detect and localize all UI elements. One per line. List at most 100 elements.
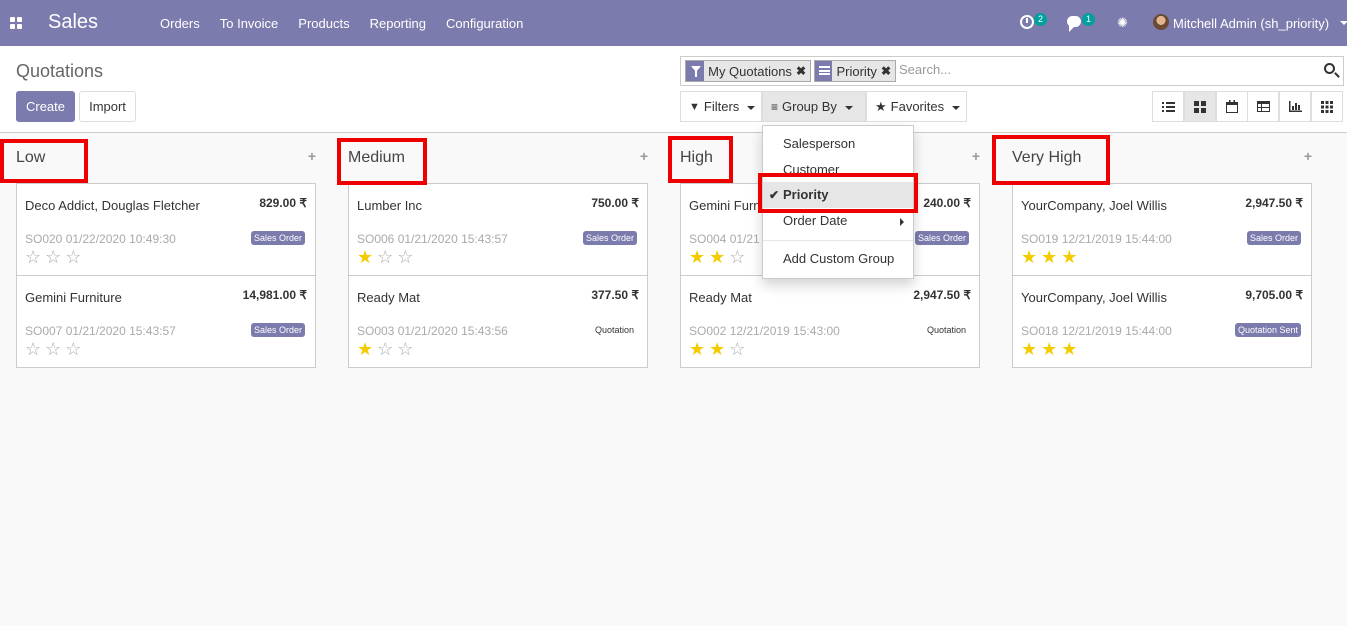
star-icon[interactable]: ☆ — [25, 248, 41, 266]
search-input[interactable]: Search... — [899, 62, 951, 77]
menu-orders[interactable]: Orders — [150, 0, 210, 46]
star-icon[interactable]: ☆ — [45, 340, 61, 358]
apps-menu-icon[interactable] — [10, 17, 22, 29]
card-amount: 9,705.00 ₹ — [1245, 288, 1303, 302]
star-icon[interactable]: ☆ — [729, 248, 745, 266]
status-badge: Sales Order — [250, 231, 305, 245]
card-amount: 829.00 ₹ — [259, 196, 307, 210]
annotation-highlight-medium — [337, 138, 427, 185]
kanban-card[interactable]: Lumber Inc 750.00 ₹ SO006 01/21/2020 15:… — [348, 183, 648, 276]
star-icon[interactable]: ★ — [1061, 340, 1077, 358]
favorites-button[interactable]: ★ Favorites — [866, 91, 967, 122]
card-customer: Ready Mat — [357, 290, 420, 305]
kanban-card[interactable]: Ready Mat 377.50 ₹ SO003 01/21/2020 15:4… — [348, 275, 648, 368]
star-icon[interactable]: ☆ — [377, 248, 393, 266]
groupby-option-salesperson[interactable]: Salesperson — [783, 136, 855, 151]
add-card-icon[interactable]: + — [640, 148, 648, 164]
priority-stars[interactable]: ★ ★ ☆ — [689, 340, 745, 358]
grid-view-icon[interactable] — [1311, 91, 1343, 122]
priority-stars[interactable]: ★ ★ ★ — [1021, 248, 1077, 266]
star-icon[interactable]: ☆ — [397, 340, 413, 358]
kanban-card[interactable]: Deco Addict, Douglas Fletcher 829.00 ₹ S… — [16, 183, 316, 276]
kanban-card[interactable]: YourCompany, Joel Willis 2,947.50 ₹ SO01… — [1012, 183, 1312, 276]
card-customer: YourCompany, Joel Willis — [1021, 198, 1167, 213]
card-reference: SO019 12/21/2019 15:44:00 — [1021, 232, 1172, 246]
divider — [763, 240, 913, 241]
filters-button[interactable]: ▼ Filters — [680, 91, 762, 122]
create-button[interactable]: Create — [16, 91, 75, 122]
card-reference: SO002 12/21/2019 15:43:00 — [689, 324, 840, 338]
priority-stars[interactable]: ☆ ☆ ☆ — [25, 248, 81, 266]
add-card-icon[interactable]: + — [972, 148, 980, 164]
search-facet-my-quotations: My Quotations ✖ — [685, 60, 811, 82]
user-menu-caret-icon[interactable] — [1340, 21, 1347, 25]
priority-stars[interactable]: ☆ ☆ ☆ — [25, 340, 81, 358]
menu-reporting[interactable]: Reporting — [360, 0, 436, 46]
messaging-icon[interactable] — [1067, 16, 1081, 32]
star-icon[interactable]: ★ — [1041, 248, 1057, 266]
card-customer: YourCompany, Joel Willis — [1021, 290, 1167, 305]
star-icon[interactable]: ☆ — [25, 340, 41, 358]
kanban-card[interactable]: Ready Mat 2,947.50 ₹ SO002 12/21/2019 15… — [680, 275, 980, 368]
graph-view-icon[interactable] — [1279, 91, 1311, 122]
star-icon[interactable]: ★ — [1021, 248, 1037, 266]
card-reference: SO018 12/21/2019 15:44:00 — [1021, 324, 1172, 338]
activity-icon[interactable] — [1020, 15, 1034, 29]
star-icon[interactable]: ☆ — [45, 248, 61, 266]
star-icon[interactable]: ★ — [709, 248, 725, 266]
facet-label: My Quotations — [708, 63, 792, 79]
star-icon[interactable]: ★ — [357, 248, 373, 266]
group-by-button[interactable]: ≡ Group By — [762, 91, 866, 122]
groupby-option-order-date[interactable]: Order Date — [783, 213, 847, 228]
star-icon[interactable]: ☆ — [65, 340, 81, 358]
remove-facet-icon[interactable]: ✖ — [881, 64, 895, 78]
status-badge: Sales Order — [1246, 231, 1301, 245]
add-card-icon[interactable]: + — [308, 148, 316, 164]
priority-stars[interactable]: ★ ★ ★ — [1021, 340, 1077, 358]
star-icon[interactable]: ☆ — [397, 248, 413, 266]
kanban-view-icon[interactable] — [1184, 91, 1216, 122]
priority-stars[interactable]: ★ ★ ☆ — [689, 248, 745, 266]
search-bar[interactable]: My Quotations ✖ Priority ✖ Search... — [680, 56, 1344, 86]
menu-products[interactable]: Products — [288, 0, 359, 46]
group-by-icon: ≡ — [771, 99, 779, 114]
calendar-view-icon[interactable] — [1216, 91, 1248, 122]
star-icon[interactable]: ★ — [689, 340, 705, 358]
star-icon[interactable]: ★ — [1041, 340, 1057, 358]
list-view-icon[interactable] — [1152, 91, 1184, 122]
debug-bug-icon[interactable]: ✺ — [1117, 15, 1128, 31]
remove-facet-icon[interactable]: ✖ — [796, 64, 810, 78]
star-icon[interactable]: ☆ — [377, 340, 393, 358]
filters-label: Filters — [703, 99, 740, 114]
menu-to-invoice[interactable]: To Invoice — [210, 0, 289, 46]
add-card-icon[interactable]: + — [1304, 148, 1312, 164]
annotation-highlight-very-high — [992, 135, 1110, 185]
star-icon[interactable]: ★ — [1061, 248, 1077, 266]
user-avatar[interactable] — [1153, 14, 1169, 30]
priority-stars[interactable]: ★ ☆ ☆ — [357, 340, 413, 358]
filter-icon — [686, 61, 705, 81]
search-icon[interactable] — [1324, 63, 1335, 74]
import-button[interactable]: Import — [79, 91, 136, 122]
star-icon[interactable]: ★ — [1021, 340, 1037, 358]
star-icon[interactable]: ★ — [357, 340, 373, 358]
annotation-highlight-priority — [758, 173, 918, 213]
priority-stars[interactable]: ★ ☆ ☆ — [357, 248, 413, 266]
kanban-card[interactable]: YourCompany, Joel Willis 9,705.00 ₹ SO01… — [1012, 275, 1312, 368]
status-badge: Quotation — [594, 325, 634, 335]
chevron-down-icon — [844, 106, 853, 110]
star-icon[interactable]: ☆ — [65, 248, 81, 266]
app-title[interactable]: Sales — [48, 11, 98, 34]
kanban-card[interactable]: Gemini Furniture 14,981.00 ₹ SO007 01/21… — [16, 275, 316, 368]
menu-configuration[interactable]: Configuration — [436, 0, 533, 46]
pivot-view-icon[interactable] — [1247, 91, 1279, 122]
star-icon[interactable]: ★ — [709, 340, 725, 358]
star-icon[interactable]: ★ — [689, 248, 705, 266]
group-by-label: Group By — [782, 99, 837, 114]
control-panel: Quotations Create Import My Quotations ✖… — [0, 46, 1347, 133]
star-icon[interactable]: ☆ — [729, 340, 745, 358]
user-menu[interactable]: Mitchell Admin (sh_priority) — [1173, 16, 1329, 31]
card-amount: 2,947.50 ₹ — [1245, 196, 1303, 210]
search-facet-priority: Priority ✖ — [814, 60, 896, 82]
add-custom-group-item[interactable]: Add Custom Group — [783, 251, 894, 266]
